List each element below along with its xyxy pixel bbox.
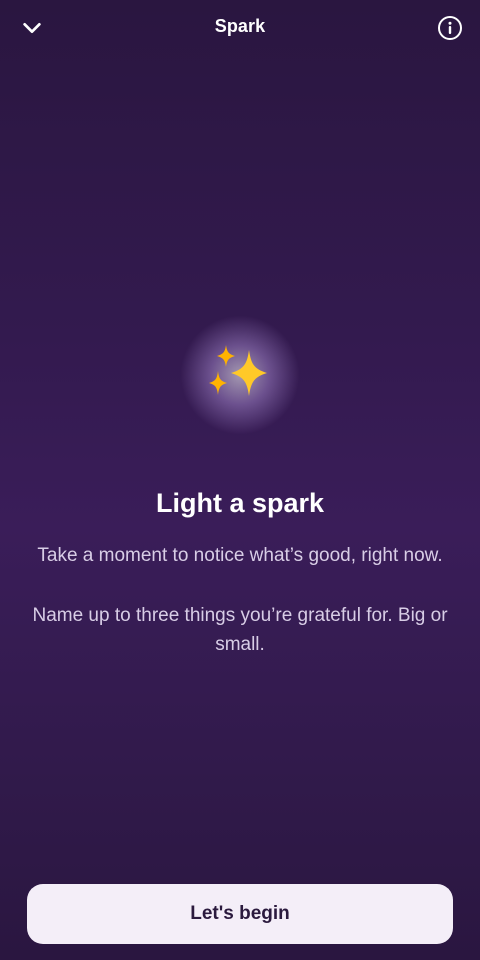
sparkles-icon (209, 345, 267, 396)
hero-illustration (0, 315, 480, 435)
lets-begin-button[interactable]: Let's begin (27, 884, 453, 944)
spark-screen: Spark Light a spark Take a moment to not… (0, 0, 480, 960)
hero-description-1: Take a moment to notice what’s good, rig… (37, 545, 443, 566)
top-bar: Spark (0, 0, 480, 56)
info-icon (438, 16, 462, 40)
hero-heading: Light a spark (155, 488, 325, 518)
page-title: Spark (214, 16, 266, 36)
hero-description-2: Name up to three things you’re grateful … (32, 605, 448, 655)
info-button[interactable] (434, 8, 466, 48)
